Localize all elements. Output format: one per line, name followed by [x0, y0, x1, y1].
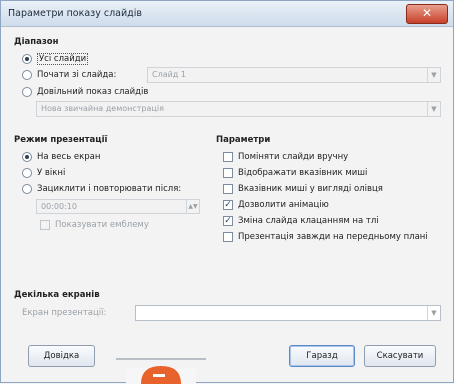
from-slide-label: Почати зі слайда:: [37, 70, 117, 80]
show-logo-checkbox[interactable]: Показувати емблему: [40, 220, 149, 230]
always-on-top-checkbox[interactable]: Презентація завжди на передньому плані: [223, 232, 428, 242]
spinner-arrows-icon: ▲▼: [186, 200, 199, 213]
options-heading: Параметри: [216, 135, 271, 145]
show-mouse-pointer-checkbox[interactable]: Відображати вказівник миші: [223, 168, 367, 178]
loop-restart-radio[interactable]: Зациклити і повторювати після:: [22, 184, 181, 194]
radio-indicator: [22, 70, 32, 80]
loop-restart-label: Зациклити і повторювати після:: [37, 184, 182, 194]
click-background-change-slide-checkbox[interactable]: ✓ Зміна слайда клацанням на тлі: [223, 216, 379, 226]
loop-time-value: 00:00:10: [41, 202, 77, 211]
checkbox-indicator: [223, 168, 233, 178]
in-window-radio[interactable]: У вікні: [22, 168, 65, 178]
radio-indicator: [22, 87, 32, 97]
presentation-display-select[interactable]: ▼: [135, 305, 441, 321]
slide-show-settings-dialog: Параметри показу слайдів ✕ Діапазон Усі …: [0, 0, 454, 384]
option-label: Поміняти слайди вручну: [238, 152, 349, 162]
presentation-display-text: Екран презентації:: [22, 308, 107, 318]
radio-indicator: [22, 54, 32, 64]
close-icon: ✕: [421, 6, 433, 20]
custom-show-value: Нова звичайна демонстрація: [41, 104, 164, 113]
checkbox-indicator: [223, 232, 233, 242]
pointer-as-pen-checkbox[interactable]: Вказівник миші у вигляді олівця: [223, 184, 383, 194]
all-slides-radio[interactable]: Усі слайди: [22, 53, 89, 65]
presentation-display-label: Екран презентації:: [22, 308, 106, 318]
presentation-mode-heading: Режим презентації: [14, 135, 108, 145]
checkbox-indicator: [223, 152, 233, 162]
close-button[interactable]: ✕: [406, 4, 448, 24]
chevron-down-icon: ▼: [427, 306, 440, 320]
radio-indicator: [22, 168, 32, 178]
radio-indicator: [22, 152, 32, 162]
title-bar: Параметри показу слайдів ✕: [1, 1, 453, 27]
custom-show-radio[interactable]: Довільний показ слайдів: [22, 87, 148, 97]
radio-indicator: [22, 184, 32, 194]
checkbox-indicator: ✓: [223, 216, 233, 226]
option-label: Вказівник миші у вигляді олівця: [238, 184, 383, 194]
all-slides-label: Усі слайди: [37, 53, 89, 65]
checkbox-indicator: [223, 184, 233, 194]
checkbox-indicator: [40, 220, 50, 230]
chevron-down-icon: ▼: [427, 68, 440, 82]
from-slide-radio[interactable]: Почати зі слайда:: [22, 70, 116, 80]
checkbox-indicator: ✓: [223, 200, 233, 210]
custom-show-select[interactable]: Нова звичайна демонстрація ▼: [36, 101, 441, 117]
full-screen-radio[interactable]: На весь екран: [22, 152, 100, 162]
from-slide-select[interactable]: Слайд 1 ▼: [147, 67, 441, 83]
multiple-displays-heading: Декілька екранів: [14, 290, 100, 300]
option-label: Дозволити анімацію: [238, 200, 329, 210]
loop-time-spinner[interactable]: 00:00:10 ▲▼: [36, 199, 200, 214]
cancel-button[interactable]: Скасувати: [364, 345, 436, 367]
change-slides-manually-checkbox[interactable]: Поміняти слайди вручну: [223, 152, 348, 162]
chevron-down-icon: ▼: [427, 102, 440, 116]
option-label: Зміна слайда клацанням на тлі: [238, 216, 379, 226]
in-window-label: У вікні: [37, 168, 66, 178]
option-label: Відображати вказівник миші: [238, 168, 368, 178]
full-screen-label: На весь екран: [37, 152, 101, 162]
decorative-badge-icon: [116, 358, 206, 384]
option-label: Презентація завжди на передньому плані: [238, 232, 428, 242]
dialog-title: Параметри показу слайдів: [8, 8, 142, 19]
range-heading: Діапазон: [14, 37, 59, 47]
show-logo-label: Показувати емблему: [55, 220, 149, 230]
allow-animations-checkbox[interactable]: ✓ Дозволити анімацію: [223, 200, 329, 210]
from-slide-value: Слайд 1: [152, 70, 186, 79]
custom-show-label: Довільний показ слайдів: [37, 87, 149, 97]
help-button[interactable]: Довідка: [28, 345, 95, 367]
ok-button[interactable]: Гаразд: [289, 345, 355, 367]
